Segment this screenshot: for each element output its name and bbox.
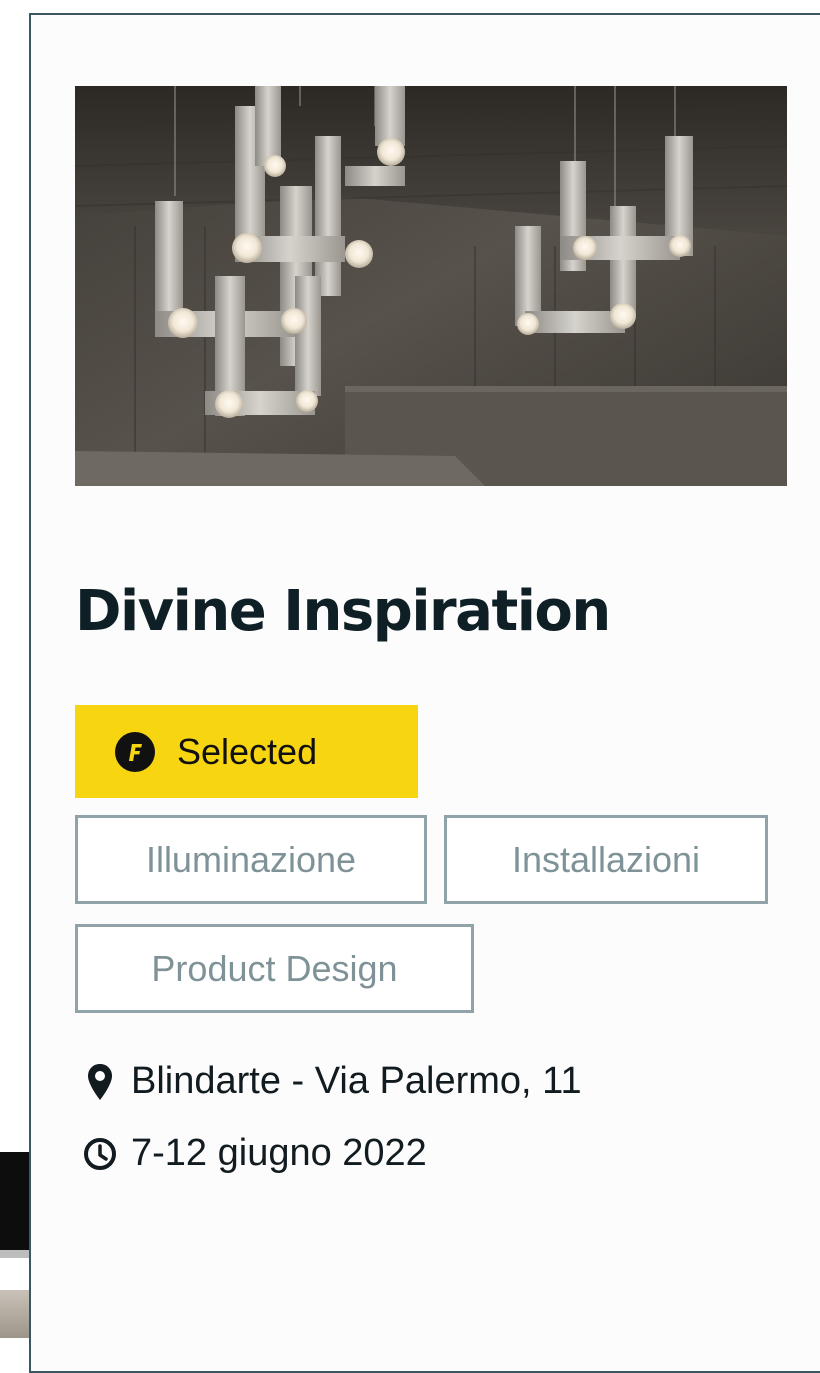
event-date-text: 7-12 giugno 2022 xyxy=(131,1132,427,1174)
tag-installazioni[interactable]: Installazioni xyxy=(444,815,768,904)
f-logo-icon xyxy=(115,731,155,772)
background-dark-band xyxy=(0,1152,30,1250)
map-pin-icon xyxy=(83,1062,117,1102)
selected-badge: Selected xyxy=(75,705,418,798)
event-location: Blindarte - Via Palermo, 11 xyxy=(83,1060,582,1103)
event-card[interactable]: Divine Inspiration Selected Illuminazion… xyxy=(29,13,820,1373)
selected-badge-label: Selected xyxy=(177,730,318,772)
event-date: 7-12 giugno 2022 xyxy=(83,1132,427,1175)
background-grey-band xyxy=(0,1250,30,1258)
event-location-text: Blindarte - Via Palermo, 11 xyxy=(131,1060,582,1102)
clock-icon xyxy=(83,1134,117,1174)
background-thumbnail xyxy=(0,1290,30,1338)
event-hero-image[interactable] xyxy=(75,86,787,486)
event-title[interactable]: Divine Inspiration xyxy=(75,577,611,647)
background-page-strip xyxy=(0,0,30,1338)
tag-product-design[interactable]: Product Design xyxy=(75,924,474,1013)
tag-illuminazione[interactable]: Illuminazione xyxy=(75,815,427,904)
